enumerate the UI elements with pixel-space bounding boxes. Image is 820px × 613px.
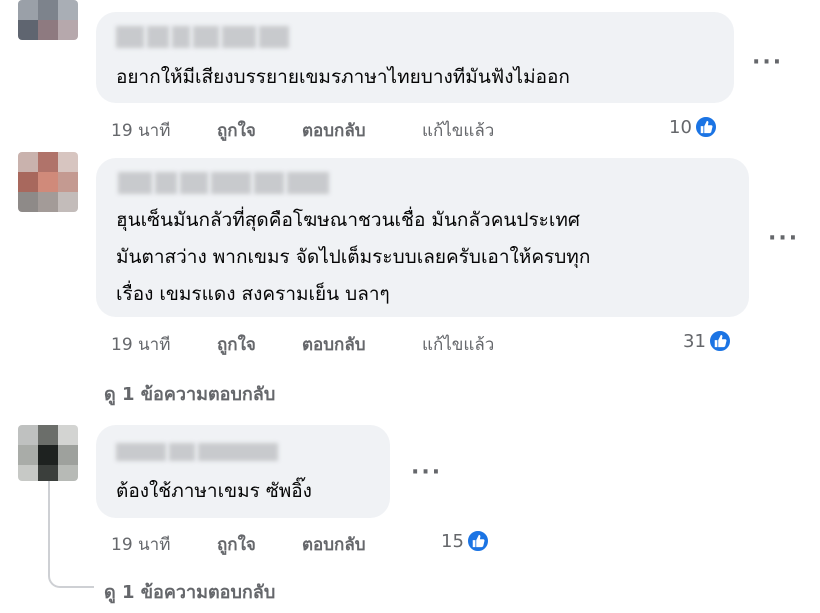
comment-actions: 19 นาที ถูกใจ ตอบกลับ แก้ไขแล้ว xyxy=(111,331,494,358)
comment-time[interactable]: 19 นาที xyxy=(111,531,217,558)
reaction-count[interactable]: 15 xyxy=(441,529,490,553)
comment-time[interactable]: 19 นาที xyxy=(111,117,217,144)
edited-label: แก้ไขแล้ว xyxy=(422,335,495,355)
reaction-number: 15 xyxy=(441,530,464,552)
comment-text: อยากให้มีเสียงบรรยายเขมรภาษาไทยบางทีมันฟ… xyxy=(116,66,570,88)
more-icon[interactable]: ··· xyxy=(768,228,799,250)
thread-line xyxy=(48,470,94,588)
comment-bubble: อยากให้มีเสียงบรรยายเขมรภาษาไทยบางทีมันฟ… xyxy=(96,12,734,103)
like-button[interactable]: ถูกใจ xyxy=(217,331,302,358)
more-icon[interactable]: ··· xyxy=(752,52,783,74)
view-replies-link[interactable]: ดู 1 ข้อความตอบกลับ xyxy=(104,577,275,606)
like-button[interactable]: ถูกใจ xyxy=(217,117,302,144)
view-replies-link[interactable]: ดู 1 ข้อความตอบกลับ xyxy=(104,379,275,408)
like-button[interactable]: ถูกใจ xyxy=(217,531,302,558)
edited-label: แก้ไขแล้ว xyxy=(422,121,495,141)
author-name-blurred[interactable] xyxy=(116,26,289,48)
like-icon xyxy=(707,329,732,353)
author-name-blurred[interactable] xyxy=(116,443,278,465)
comment-time[interactable]: 19 นาที xyxy=(111,331,217,358)
comment-actions: 19 นาที ถูกใจ ตอบกลับ xyxy=(111,531,422,558)
comment-text: ฮุนเซ็นมันกลัวที่สุดคือโฆษณาชวนเชื่อ มัน… xyxy=(116,209,591,305)
like-icon xyxy=(465,529,490,553)
like-icon xyxy=(693,115,718,139)
avatar[interactable] xyxy=(18,152,78,212)
reply-button[interactable]: ตอบกลับ xyxy=(302,117,422,144)
reaction-number: 10 xyxy=(669,116,692,138)
avatar[interactable] xyxy=(18,0,78,40)
comment-actions: 19 นาที ถูกใจ ตอบกลับ แก้ไขแล้ว xyxy=(111,117,494,144)
reply-button[interactable]: ตอบกลับ xyxy=(302,531,422,558)
more-icon[interactable]: ··· xyxy=(411,462,442,484)
comment-bubble: ต้องใช้ภาษาเขมร ซัพอิ๊ง xyxy=(96,425,390,518)
reaction-count[interactable]: 31 xyxy=(683,329,732,353)
comment-bubble: ฮุนเซ็นมันกลัวที่สุดคือโฆษณาชวนเชื่อ มัน… xyxy=(96,158,749,317)
reply-button[interactable]: ตอบกลับ xyxy=(302,331,422,358)
reaction-number: 31 xyxy=(683,330,706,352)
avatar[interactable] xyxy=(18,425,78,481)
reaction-count[interactable]: 10 xyxy=(669,115,718,139)
comment-text: ต้องใช้ภาษาเขมร ซัพอิ๊ง xyxy=(116,480,312,502)
author-name-blurred[interactable] xyxy=(118,172,329,194)
